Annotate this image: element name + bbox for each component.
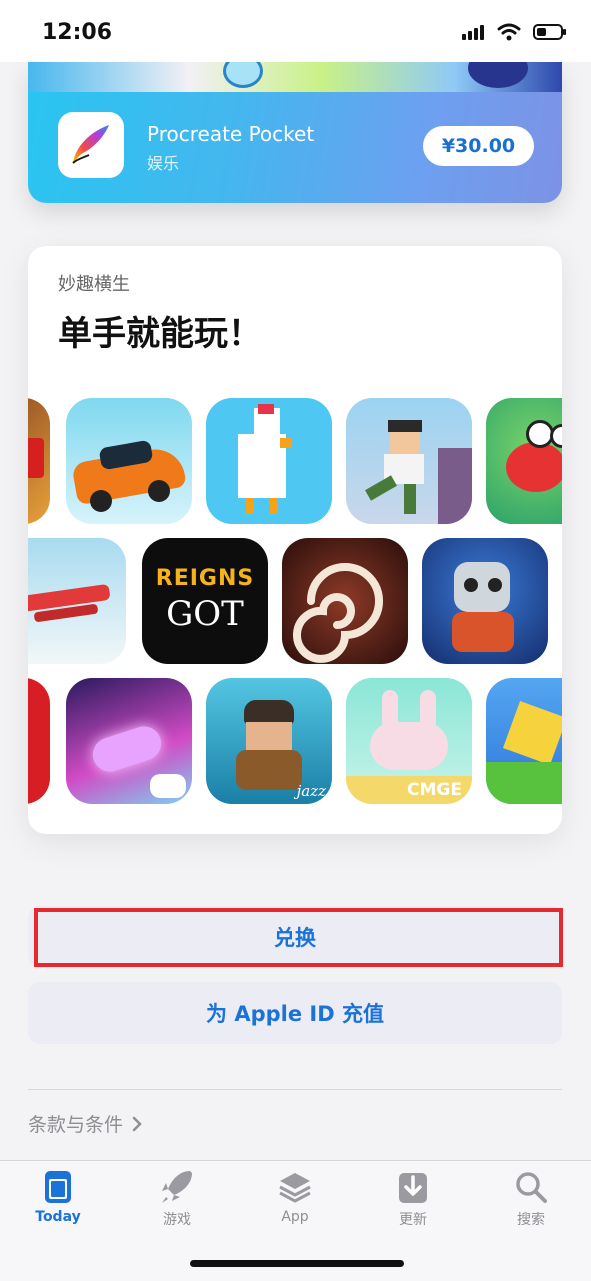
app-icon-block-character[interactable] bbox=[486, 678, 562, 804]
terms-link[interactable]: 条款与条件 bbox=[28, 1110, 143, 1137]
app-icon-swirl[interactable] bbox=[282, 538, 408, 664]
app-category: 娱乐 bbox=[147, 154, 180, 173]
app-icon-plane[interactable] bbox=[28, 538, 126, 664]
tab-games[interactable]: 游戏 bbox=[137, 1169, 217, 1229]
collection-title: 单手就能玩！ bbox=[58, 314, 262, 354]
tab-search[interactable]: 搜索 bbox=[491, 1169, 571, 1229]
app-icon-partial-left[interactable] bbox=[28, 678, 50, 804]
tab-updates[interactable]: 更新 bbox=[373, 1169, 453, 1229]
add-funds-button[interactable]: 为 Apple ID 充值 bbox=[28, 982, 562, 1044]
tab-search-label: 搜索 bbox=[517, 1212, 545, 1228]
app-icon-pixel-runner[interactable] bbox=[346, 398, 472, 524]
app-icon-reigns-got[interactable]: REIGNS GOT bbox=[142, 538, 268, 664]
signal-icon bbox=[462, 25, 484, 40]
status-time: 12:06 bbox=[42, 20, 113, 45]
status-bar: 12:06 bbox=[0, 0, 591, 62]
app-icon-row: jazz CMGE bbox=[28, 678, 562, 804]
app-icon-neon-car[interactable] bbox=[66, 678, 192, 804]
collection-eyebrow: 妙趣横生 bbox=[58, 274, 130, 295]
featured-banner-art bbox=[28, 62, 562, 92]
tab-updates-label: 更新 bbox=[399, 1212, 427, 1228]
layers-icon bbox=[279, 1173, 311, 1203]
app-icon-robot[interactable] bbox=[422, 538, 548, 664]
tab-games-label: 游戏 bbox=[163, 1212, 191, 1228]
app-icon-row: REIGNS GOT bbox=[28, 538, 562, 664]
chevron-right-icon bbox=[132, 1116, 142, 1131]
app-icon-bunny[interactable]: CMGE bbox=[346, 678, 472, 804]
app-icon-crossy-chicken[interactable] bbox=[206, 398, 332, 524]
tab-apps[interactable]: App bbox=[255, 1169, 335, 1225]
today-icon bbox=[45, 1171, 71, 1203]
tab-today-label: Today bbox=[35, 1209, 81, 1225]
app-icon-adventurer[interactable]: jazz bbox=[206, 678, 332, 804]
cmge-badge: CMGE bbox=[407, 780, 462, 800]
app-icon-crab[interactable] bbox=[486, 398, 562, 524]
procreate-app-icon[interactable] bbox=[58, 112, 124, 178]
tab-apps-label: App bbox=[281, 1209, 309, 1225]
terms-label: 条款与条件 bbox=[28, 1114, 124, 1136]
search-icon bbox=[516, 1172, 547, 1203]
divider bbox=[28, 1089, 562, 1090]
price-button[interactable]: ¥30.00 bbox=[423, 126, 534, 166]
home-indicator[interactable] bbox=[190, 1260, 404, 1267]
wifi-icon bbox=[497, 23, 521, 41]
collection-card[interactable]: 妙趣横生 单手就能玩！ REIGNS GOT jazz CMGE bbox=[28, 246, 562, 834]
status-icons bbox=[461, 23, 567, 41]
download-tray-icon bbox=[399, 1173, 427, 1203]
jazz-badge: jazz bbox=[296, 782, 326, 800]
app-icon-race-car[interactable] bbox=[66, 398, 192, 524]
redeem-button[interactable]: 兑换 bbox=[28, 906, 562, 968]
app-icon-partial-left[interactable] bbox=[28, 398, 50, 524]
tab-today[interactable]: Today bbox=[18, 1169, 98, 1225]
rocket-icon bbox=[162, 1171, 192, 1203]
app-icon-row bbox=[28, 398, 562, 524]
app-name: Procreate Pocket bbox=[147, 122, 315, 146]
battery-icon bbox=[533, 24, 566, 40]
featured-app-card[interactable]: Procreate Pocket 娱乐 ¥30.00 bbox=[28, 62, 562, 203]
procreate-logo-icon bbox=[72, 125, 109, 164]
